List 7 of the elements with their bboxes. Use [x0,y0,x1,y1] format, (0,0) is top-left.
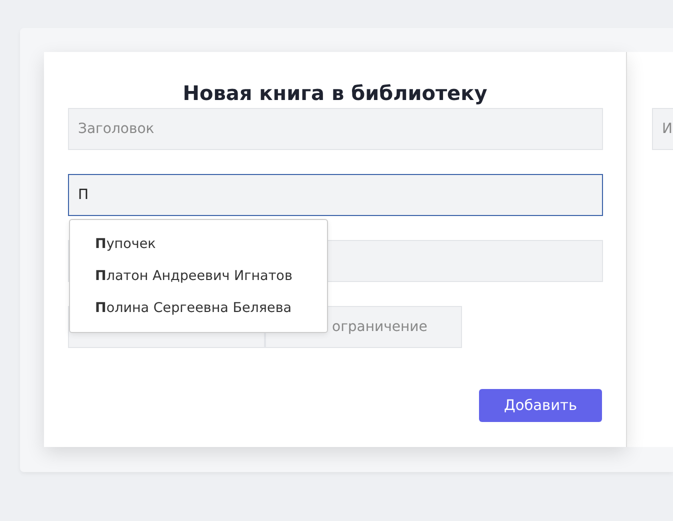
suggestion-item[interactable]: Пупочек [70,228,327,260]
author-field[interactable]: П [68,174,603,216]
form-title: Новая книга в библиотеку [182,80,488,107]
title-field[interactable]: Заголовок [68,108,603,150]
side-field[interactable]: И [652,108,673,150]
add-button[interactable]: Добавить [479,389,602,422]
suggestion-item[interactable]: Платон Андреевич Игнатов [70,260,327,292]
